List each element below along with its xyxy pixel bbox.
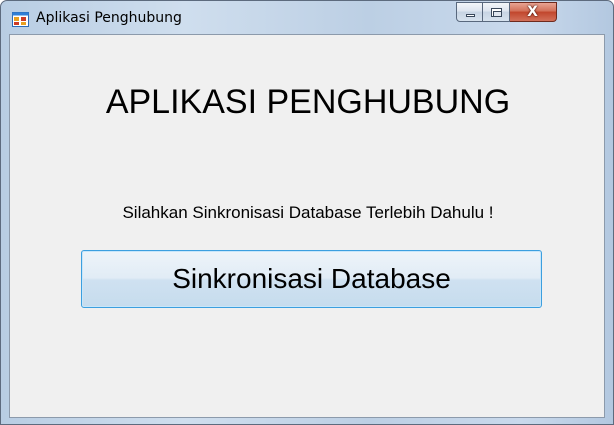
application-window: Aplikasi Penghubung X APLIKASI PENGHUBUN… — [0, 0, 614, 425]
caption-buttons: X — [456, 2, 603, 22]
close-icon: X — [527, 4, 538, 20]
maximize-icon — [491, 8, 502, 17]
form-client-area: APLIKASI PENGHUBUNG Silahkan Sinkronisas… — [9, 34, 605, 418]
title-bar[interactable]: Aplikasi Penghubung X — [1, 1, 613, 34]
close-button[interactable]: X — [510, 2, 557, 22]
window-title: Aplikasi Penghubung — [36, 10, 182, 26]
sync-prompt-label: Silahkan Sinkronisasi Database Terlebih … — [122, 203, 494, 222]
minimize-button[interactable] — [456, 2, 483, 22]
minimize-icon — [466, 14, 475, 17]
sync-database-button[interactable]: Sinkronisasi Database — [81, 250, 542, 308]
maximize-button[interactable] — [483, 2, 510, 22]
application-window-icon[interactable] — [12, 12, 29, 27]
sync-database-button-label: Sinkronisasi Database — [172, 263, 451, 294]
app-heading: APLIKASI PENGHUBUNG — [105, 83, 511, 121]
